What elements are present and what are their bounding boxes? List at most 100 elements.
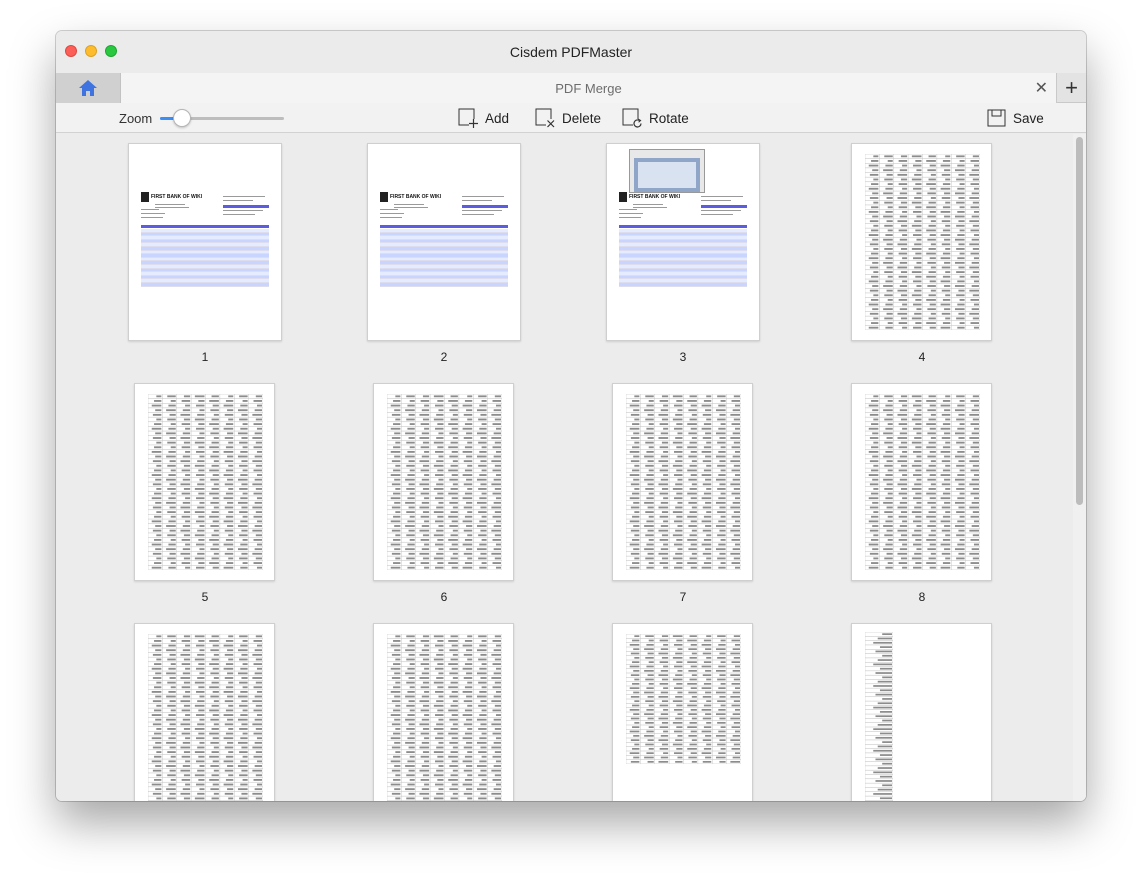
home-icon — [79, 80, 97, 96]
page-thumbnail[interactable] — [851, 143, 992, 341]
delete-label: Delete — [562, 110, 602, 126]
page-thumbnail[interactable] — [612, 383, 753, 581]
delete-button[interactable]: Delete — [535, 107, 601, 129]
page-thumbnail[interactable] — [373, 623, 514, 801]
page-thumbnail[interactable]: FIRST BANK OF WIKI — [128, 143, 282, 341]
page-thumbnail[interactable]: FIRST BANK OF WIKI — [367, 143, 521, 341]
page-number: 8 — [918, 590, 926, 604]
text-line — [380, 209, 398, 210]
tab-pdf-merge[interactable]: PDF Merge ✕ — [121, 73, 1056, 103]
text-line — [701, 214, 733, 215]
statement-header-bar — [701, 205, 747, 208]
table-lines — [148, 394, 263, 570]
rotate-button[interactable]: Rotate — [622, 107, 689, 129]
table-lines — [148, 634, 263, 801]
page-grid: FIRST BANK OF WIKI 1 FIRST BANK OF WIKI 2 FI… — [56, 134, 1086, 801]
text-line — [462, 210, 502, 211]
table-lines — [387, 634, 502, 801]
text-line — [223, 214, 255, 215]
table-header-bar — [619, 225, 747, 228]
add-icon — [458, 108, 478, 128]
table-lines — [387, 394, 502, 570]
page-number: 6 — [440, 590, 448, 604]
tab-label: PDF Merge — [555, 81, 622, 96]
page-thumbnail[interactable] — [851, 623, 992, 801]
text-line — [223, 200, 253, 201]
table-header-bar — [141, 225, 269, 228]
page-thumbnail[interactable] — [134, 383, 275, 581]
page-number: 3 — [679, 350, 687, 364]
text-line — [462, 196, 504, 197]
text-line — [155, 207, 189, 208]
bank-statement: FIRST BANK OF WIKI — [141, 192, 269, 287]
table-header-bar — [380, 225, 508, 228]
zoom-label: Zoom — [119, 111, 153, 126]
text-line — [633, 204, 663, 205]
page-thumbnail[interactable] — [612, 623, 753, 801]
close-icon[interactable]: ✕ — [1035, 78, 1048, 98]
statement-header-bar — [223, 205, 269, 208]
embedded-screenshot — [629, 149, 705, 193]
title-bar[interactable]: Cisdem PDFMaster — [56, 31, 1086, 73]
bank-name: FIRST BANK OF WIKI — [390, 194, 442, 200]
vertical-scrollbar[interactable] — [1073, 134, 1086, 801]
text-line — [223, 210, 263, 211]
statement-rows — [619, 229, 747, 287]
page-number: 5 — [201, 590, 209, 604]
save-icon — [987, 109, 1006, 126]
delete-icon — [535, 108, 555, 128]
bank-statement: FIRST BANK OF WIKI — [619, 192, 747, 287]
text-line — [619, 209, 637, 210]
bank-statement: FIRST BANK OF WIKI — [380, 192, 508, 287]
statement-row — [141, 282, 269, 287]
table-lines — [626, 394, 741, 570]
screenshot-content — [638, 162, 696, 188]
page-number: 7 — [679, 590, 687, 604]
bank-name: FIRST BANK OF WIKI — [151, 194, 203, 200]
statement-rows — [141, 229, 269, 287]
page-thumbnail[interactable]: FIRST BANK OF WIKI — [606, 143, 760, 341]
statement-row — [380, 282, 508, 287]
toolbar: Zoom Add Delete Rotate Save — [56, 103, 1086, 133]
table-lines — [865, 154, 980, 330]
slider-knob[interactable] — [173, 109, 191, 127]
text-line — [394, 204, 424, 205]
text-line — [619, 217, 641, 218]
text-line — [462, 200, 492, 201]
zoom-slider[interactable] — [160, 109, 284, 127]
page-number: 2 — [440, 350, 448, 364]
save-label: Save — [1013, 110, 1044, 126]
table-lines — [865, 632, 893, 801]
text-line — [223, 196, 265, 197]
table-lines — [865, 394, 980, 570]
statement-rows — [380, 229, 508, 287]
table-lines — [626, 634, 741, 764]
plus-icon[interactable]: + — [1056, 73, 1086, 103]
rotate-label: Rotate — [649, 110, 689, 126]
text-line — [462, 214, 494, 215]
scrollbar-thumb[interactable] — [1076, 137, 1083, 505]
text-line — [141, 213, 165, 214]
text-line — [701, 196, 743, 197]
text-line — [380, 213, 404, 214]
rotate-icon — [622, 108, 642, 128]
text-line — [701, 200, 731, 201]
text-line — [633, 207, 667, 208]
statement-row — [619, 282, 747, 287]
add-label: Add — [485, 110, 510, 126]
statement-header-bar — [462, 205, 508, 208]
page-thumbnail[interactable] — [373, 383, 514, 581]
page-thumbnail[interactable] — [134, 623, 275, 801]
bank-logo-icon — [141, 192, 149, 202]
page-number: 4 — [918, 350, 926, 364]
page-thumbnail[interactable] — [851, 383, 992, 581]
text-line — [141, 209, 159, 210]
save-button[interactable]: Save — [987, 107, 1044, 129]
bank-name: FIRST BANK OF WIKI — [629, 194, 681, 200]
text-line — [394, 207, 428, 208]
text-line — [380, 217, 402, 218]
text-line — [619, 213, 643, 214]
window-title: Cisdem PDFMaster — [509, 44, 633, 60]
home-tab[interactable] — [56, 73, 121, 103]
add-button[interactable]: Add — [458, 107, 509, 129]
